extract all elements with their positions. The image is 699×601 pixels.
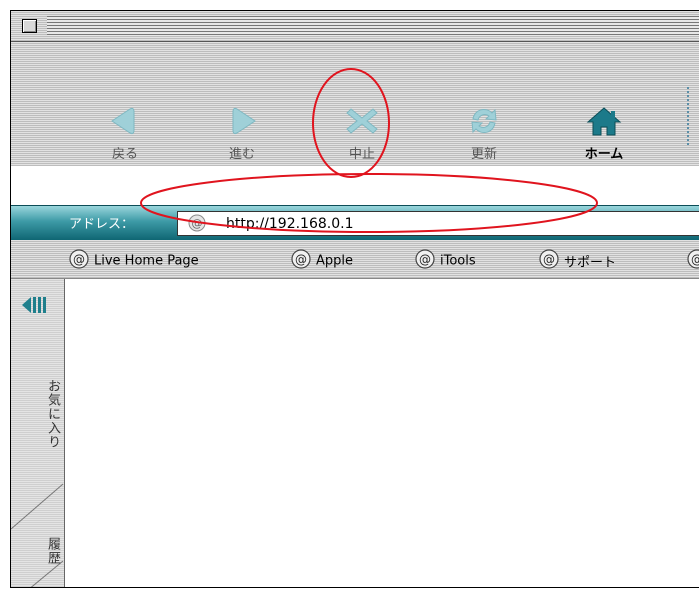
- at-sign-icon: @: [69, 249, 89, 273]
- toolbar: 戻る 進む 中止 更新 ホーム: [11, 42, 699, 166]
- home-label: ホーム: [584, 147, 624, 162]
- favorite-label: Live Home Page: [94, 253, 199, 269]
- sidebar-tab-history[interactable]: 履歴: [17, 531, 62, 571]
- stop-x-icon: [346, 108, 378, 134]
- toolbar-separator: [687, 87, 689, 145]
- at-sign-icon: @: [539, 249, 559, 273]
- address-field[interactable]: @ http://192.168.0.1: [177, 211, 699, 236]
- address-url[interactable]: http://192.168.0.1: [226, 216, 354, 232]
- favorite-apple[interactable]: @ Apple: [291, 249, 353, 273]
- forward-label: 進む: [228, 147, 255, 162]
- svg-text:@: @: [73, 253, 85, 267]
- title-bar[interactable]: [11, 11, 699, 42]
- refresh-icon: [471, 108, 497, 134]
- refresh-button[interactable]: 更新: [451, 105, 517, 162]
- explorer-sidebar: お気に入り 履歴: [11, 279, 65, 587]
- favorites-bar: @ Live Home Page @ Apple @ iTools @ サポート @: [11, 240, 699, 279]
- address-bar: アドレス： @ http://192.168.0.1: [11, 205, 699, 241]
- address-label: アドレス：: [69, 217, 135, 232]
- home-icon: [586, 107, 622, 136]
- back-label: 戻る: [111, 147, 138, 162]
- favorite-overflow[interactable]: @: [687, 249, 699, 273]
- favorite-support[interactable]: @ サポート: [539, 249, 616, 273]
- at-sign-icon: @: [291, 249, 311, 273]
- stop-button[interactable]: 中止: [329, 105, 395, 162]
- forward-button[interactable]: 進む: [209, 105, 275, 162]
- svg-text:@: @: [691, 253, 699, 267]
- close-box[interactable]: [22, 19, 37, 33]
- favorite-label: Apple: [316, 253, 354, 269]
- svg-text:@: @: [543, 253, 555, 267]
- stop-label: 中止: [348, 147, 375, 162]
- title-bar-stripes: [47, 16, 699, 36]
- svg-text:@: @: [295, 253, 307, 267]
- favorite-live-home-page[interactable]: @ Live Home Page: [69, 249, 199, 273]
- at-sign-icon: @: [188, 214, 206, 236]
- at-sign-icon: @: [415, 249, 435, 273]
- favorite-label: iTools: [440, 253, 476, 269]
- back-arrow-icon: [111, 107, 135, 135]
- page-content-area: [65, 279, 699, 587]
- sidebar-tab-favorites[interactable]: お気に入り: [17, 359, 62, 469]
- favorite-label: サポート: [564, 255, 617, 271]
- forward-arrow-icon: [232, 107, 256, 135]
- favorite-itools[interactable]: @ iTools: [415, 249, 476, 273]
- home-button[interactable]: ホーム: [571, 105, 637, 162]
- svg-text:@: @: [192, 217, 203, 230]
- refresh-label: 更新: [470, 147, 497, 162]
- browser-window: 戻る 進む 中止 更新 ホーム アドレス： @ http://192.168.0…: [10, 10, 699, 588]
- back-button[interactable]: 戻る: [92, 105, 158, 162]
- at-sign-icon: @: [687, 249, 699, 273]
- svg-text:@: @: [419, 253, 431, 267]
